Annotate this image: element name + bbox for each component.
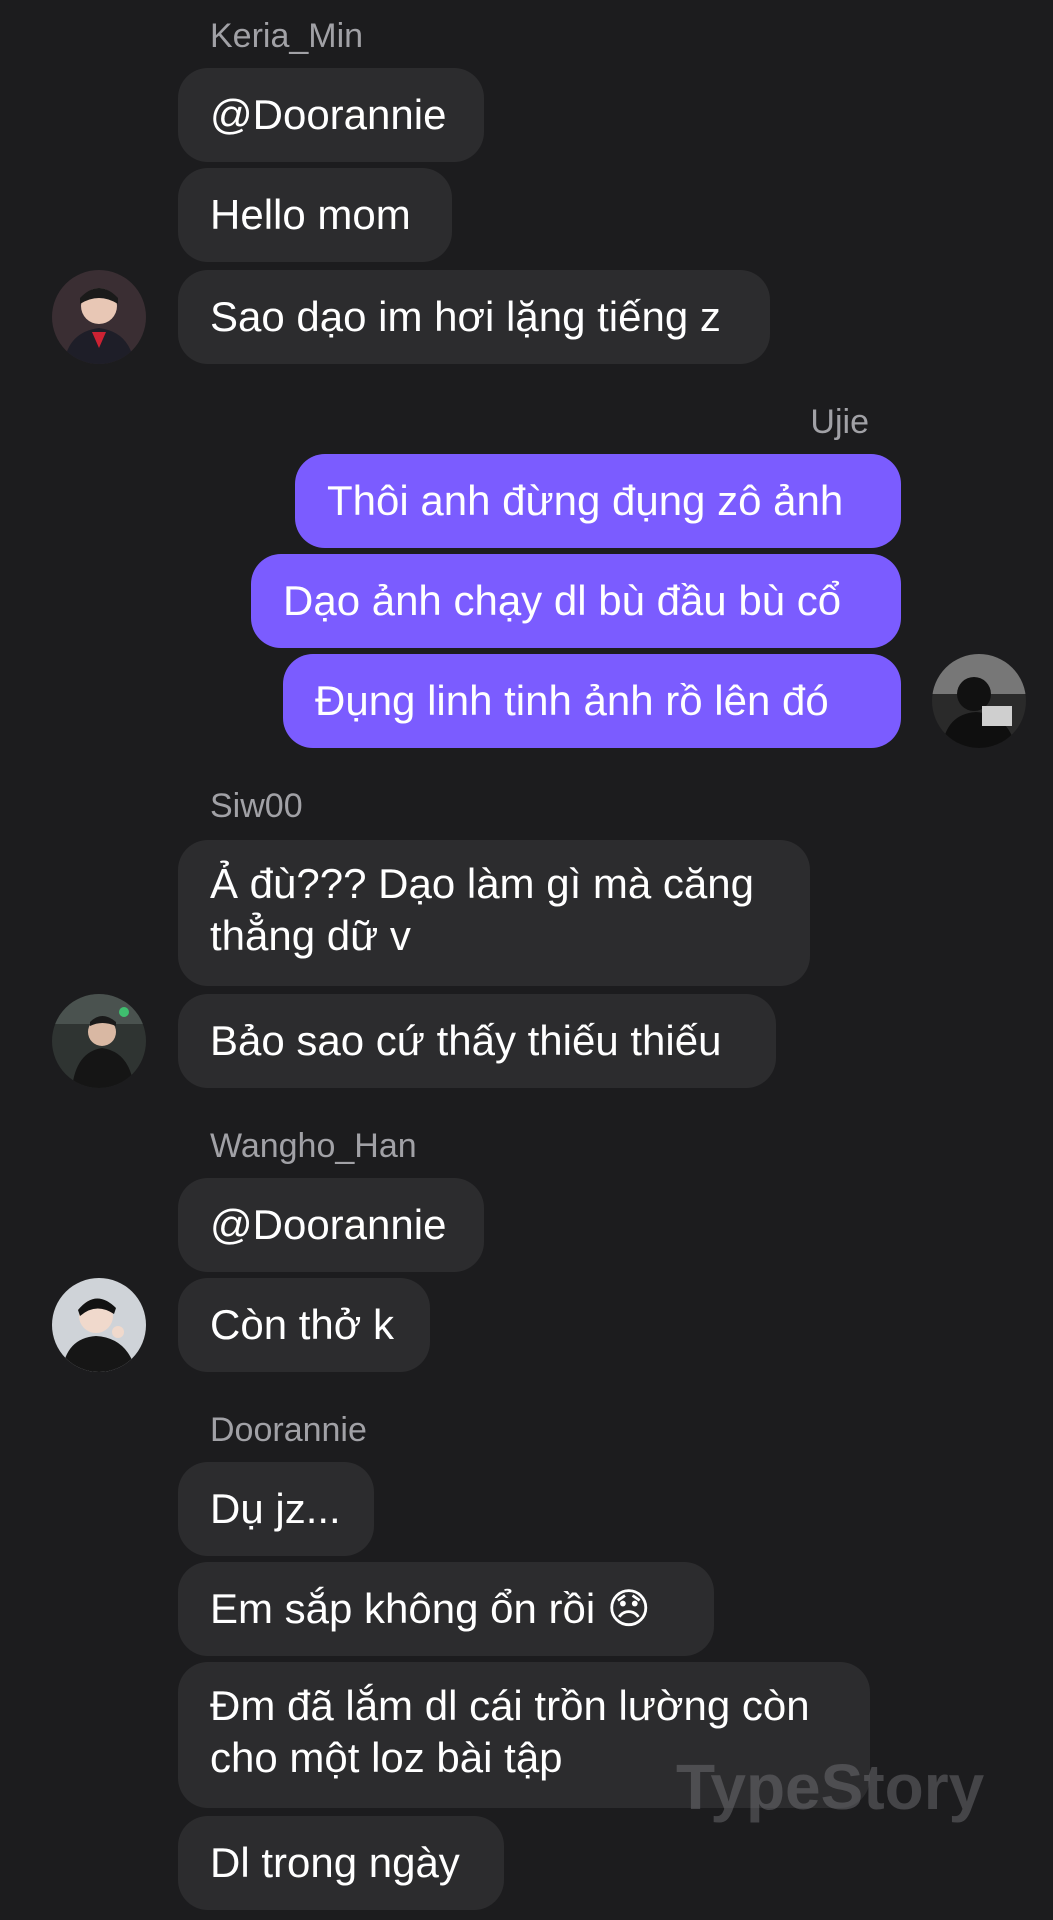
sender-name: Wangho_Han [210,1127,417,1165]
message-bubble[interactable]: Sao dạo im hơi lặng tiếng z [178,270,770,364]
message-bubble[interactable]: Bảo sao cứ thấy thiếu thiếu [178,994,776,1088]
message-bubble[interactable]: @Doorannie [178,68,484,162]
sender-name: Keria_Min [210,17,364,55]
message-bubble[interactable]: Còn thở k [178,1278,430,1372]
message-bubble[interactable]: Hello mom [178,168,452,262]
message-bubble[interactable]: Ả đù??? Dạo làm gì mà căng thẳng dữ v [178,840,810,986]
message-bubble[interactable]: Dạo ảnh chạy dl bù đầu bù cổ [251,554,901,648]
message-bubble[interactable]: Dl trong ngày [178,1816,504,1910]
message-bubble[interactable]: @Doorannie [178,1178,484,1272]
message-bubble[interactable]: Đụng linh tinh ảnh rồ lên đó [283,654,901,748]
sender-name: Ujie [810,403,869,441]
watermark: TypeStory [676,1751,985,1823]
message-bubble[interactable]: Em sắp không ổn rồi 😞 [178,1562,714,1656]
sender-name: Doorannie [210,1411,367,1449]
sender-name: Siw00 [210,787,303,825]
user-avatar-icon[interactable] [52,994,146,1088]
user-avatar-icon[interactable] [52,1278,146,1372]
user-avatar-icon[interactable] [932,654,1026,748]
message-bubble[interactable]: Dụ jz... [178,1462,374,1556]
message-bubble[interactable]: Thôi anh đừng đụng zô ảnh [295,454,901,548]
user-avatar-icon[interactable] [52,270,146,364]
